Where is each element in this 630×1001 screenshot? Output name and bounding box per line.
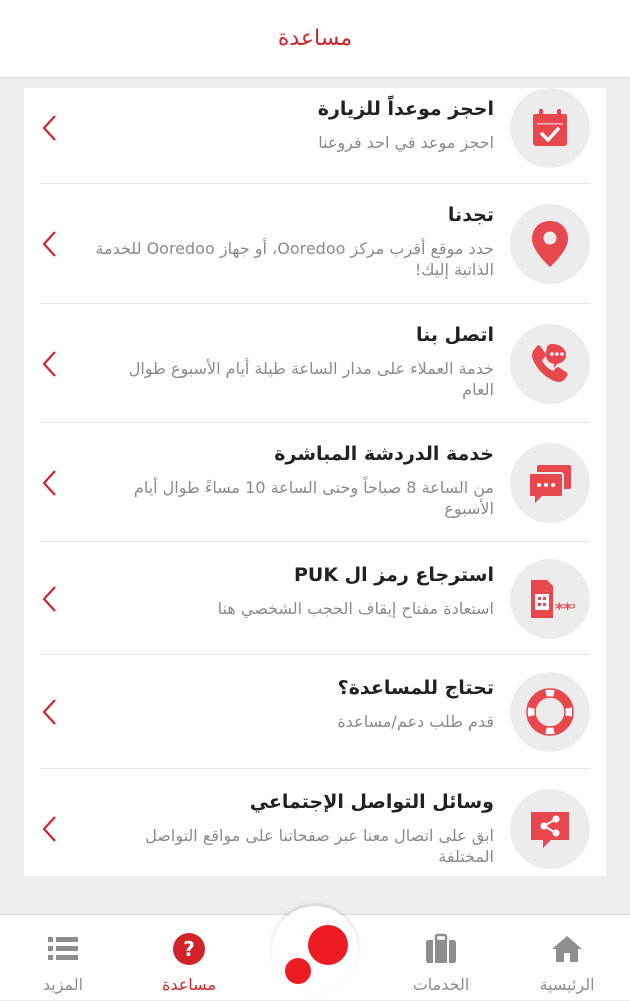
sim-card-icon: *** [510, 559, 590, 639]
item-description: من الساعة 8 صباحاً وحتى الساعة 10 مساءً … [133, 478, 494, 518]
nav-label-help: مساعدة [161, 975, 217, 994]
nav-item-help[interactable]: ? مساعدة [134, 915, 244, 1001]
question-circle-icon: ? [172, 933, 206, 965]
briefcase-icon [424, 933, 458, 965]
nav-item-more[interactable]: المزيد [8, 915, 118, 1001]
item-description: ابق على اتصال معنا عبر صفحاتنا على مواقع… [145, 826, 494, 866]
list-item-find-us[interactable]: تجدنا حدد موقع أقرب مركز Ooredoo، أو جها… [24, 184, 606, 304]
list-item-social-media[interactable]: وسائل التواصل الإجتماعي ابق على اتصال مع… [24, 769, 606, 876]
chevron-left-icon [42, 231, 56, 257]
help-list: احجز موعداً للزيارة احجز موعد في احد فرو… [24, 88, 606, 876]
item-title: وسائل التواصل الإجتماعي [249, 791, 494, 813]
svg-text:?: ? [183, 937, 195, 961]
lifebuoy-icon [510, 672, 590, 752]
item-title: اتصل بنا [416, 324, 494, 346]
nav-label-more: المزيد [42, 975, 84, 994]
nav-item-services[interactable]: الخدمات [386, 915, 496, 1001]
chevron-left-icon [42, 816, 56, 842]
chat-bubbles-icon [510, 443, 590, 523]
list-item-contact-us[interactable]: اتصل بنا خدمة العملاء على مدار الساعة طي… [24, 304, 606, 423]
item-description: احجز موعد في احد فروعنا [318, 133, 494, 152]
list-item-book-appointment[interactable]: احجز موعداً للزيارة احجز موعد في احد فرو… [24, 88, 606, 184]
nav-label-home: الرئيسية [539, 975, 595, 994]
chevron-left-icon [42, 470, 56, 496]
share-icon [510, 789, 590, 869]
chevron-left-icon [42, 115, 56, 141]
item-description: خدمة العملاء على مدار الساعة طيلة أيام ا… [128, 359, 494, 399]
home-icon [550, 933, 584, 965]
item-title: استرجاع رمز ال PUK [293, 564, 494, 586]
list-item-need-help[interactable]: تحتاج للمساعدة؟ قدم طلب دعم/مساعدة [24, 655, 606, 769]
item-title: تجدنا [447, 204, 494, 226]
list-icon [46, 933, 80, 965]
nav-label-services: الخدمات [412, 975, 470, 994]
ooredoo-logo-button[interactable] [272, 906, 358, 992]
ooredoo-logo-icon [285, 925, 348, 984]
app-header: مساعدة [0, 0, 630, 78]
phone-chat-icon [510, 324, 590, 404]
list-item-live-chat[interactable]: خدمة الدردشة المباشرة من الساعة 8 صباحاً… [24, 423, 606, 542]
calendar-check-icon [510, 88, 590, 168]
svg-text:***: *** [555, 599, 575, 618]
item-description: استعادة مفتاح إيقاف الحجب الشخصي هنا [217, 599, 494, 618]
item-title: خدمة الدردشة المباشرة [274, 443, 494, 465]
item-title: احجز موعداً للزيارة [317, 98, 494, 120]
chevron-left-icon [42, 699, 56, 725]
chevron-left-icon [42, 351, 56, 377]
list-item-puk-recovery[interactable]: *** استرجاع رمز ال PUK استعادة مفتاح إيق… [24, 542, 606, 655]
item-description: حدد موقع أقرب مركز Ooredoo، أو جهاز Oore… [95, 239, 494, 279]
page-title: مساعدة [277, 26, 353, 51]
nav-item-home[interactable]: الرئيسية [512, 915, 622, 1001]
item-title: تحتاج للمساعدة؟ [337, 677, 494, 699]
chevron-left-icon [42, 586, 56, 612]
location-pin-icon [510, 204, 590, 284]
item-description: قدم طلب دعم/مساعدة [337, 712, 494, 731]
